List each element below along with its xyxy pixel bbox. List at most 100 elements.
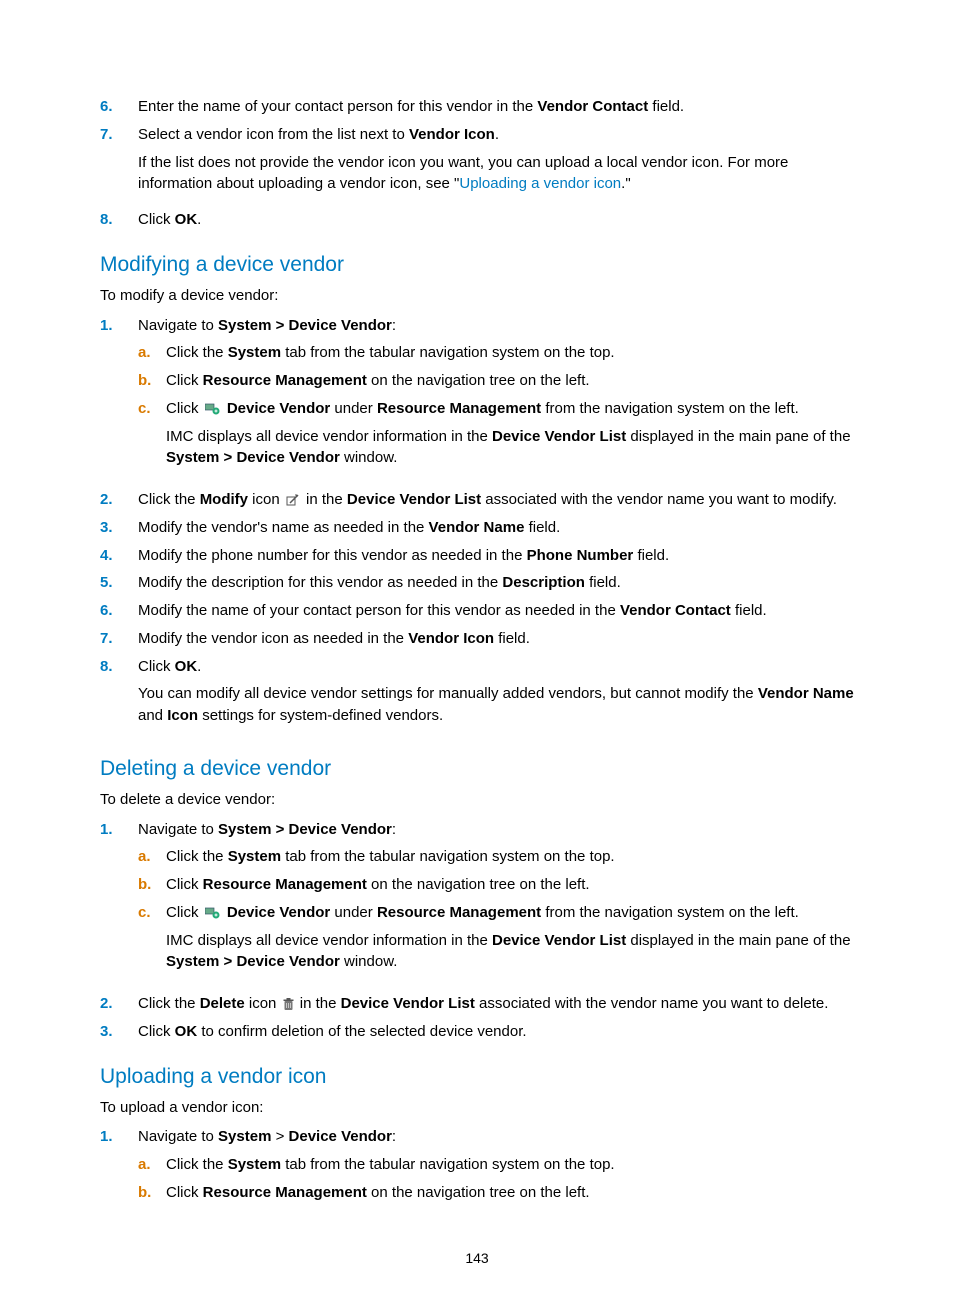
substep-body: Click Resource Management on the navigat… [166, 1182, 854, 1204]
bold-text: Device Vendor List [341, 995, 475, 1012]
deleting-steps: 1. Navigate to System > Device Vendor: a… [100, 819, 854, 1043]
heading-deleting: Deleting a device vendor [100, 757, 854, 781]
upload-icon-link[interactable]: Uploading a vendor icon [459, 175, 621, 192]
text: displayed in the main pane of the [626, 428, 850, 445]
bold-text: Resource Management [203, 876, 367, 893]
text: on the navigation tree on the left. [367, 372, 590, 389]
text: field. [648, 98, 684, 115]
step-marker: 1. [100, 1126, 138, 1209]
step-body: Navigate to System > Device Vendor: a.Cl… [138, 819, 854, 988]
substeps: a.Click the System tab from the tabular … [138, 846, 854, 981]
substep-note: IMC displays all device vendor informati… [166, 930, 854, 974]
bold-text: Delete [200, 995, 245, 1012]
text: field. [585, 574, 621, 591]
text: Click the [166, 1156, 228, 1173]
bold-text: System > Device Vendor [166, 953, 340, 970]
substep-a: a.Click the System tab from the tabular … [138, 1154, 854, 1176]
text: Modify the phone number for this vendor … [138, 547, 527, 564]
substeps: a.Click the System tab from the tabular … [138, 342, 854, 477]
substep-c: c. Click Device Vendor under Resource Ma… [138, 398, 854, 477]
text: icon [245, 995, 281, 1012]
mod-step-6: 6.Modify the name of your contact person… [100, 600, 854, 622]
step-body: Click OK. [138, 209, 854, 231]
text: in the [300, 995, 341, 1012]
lead-modifying: To modify a device vendor: [100, 285, 854, 307]
text: Click [166, 372, 203, 389]
text: Click [166, 876, 203, 893]
step-note: You can modify all device vendor setting… [138, 683, 854, 727]
bold-text: System [228, 344, 281, 361]
substep-marker: a. [138, 846, 166, 868]
bold-text: Device Vendor List [347, 491, 481, 508]
substep-marker: b. [138, 874, 166, 896]
text: field. [633, 547, 669, 564]
substep-marker: b. [138, 370, 166, 392]
bold-text: Device Vendor List [492, 428, 626, 445]
text: Click the [138, 995, 200, 1012]
delete-icon [283, 998, 294, 1011]
bold-text: System > Device Vendor [218, 317, 392, 334]
bold-text: Vendor Name [758, 685, 854, 702]
device-vendor-icon [205, 403, 221, 415]
text: Click the [138, 491, 200, 508]
bold-text: Device Vendor [227, 904, 330, 921]
substep-marker: b. [138, 1182, 166, 1204]
text: Click the [166, 344, 228, 361]
text: from the navigation system on the left. [541, 400, 799, 417]
del-step-2: 2. Click the Delete icon in the Device V… [100, 993, 854, 1015]
bold-text: Vendor Name [429, 519, 525, 536]
text: to confirm deletion of the selected devi… [197, 1023, 526, 1040]
bold-text: Vendor Icon [408, 630, 494, 647]
text: Enter the name of your contact person fo… [138, 98, 537, 115]
text: Modify the description for this vendor a… [138, 574, 502, 591]
text: Click [138, 1023, 175, 1040]
bold-text: Resource Management [377, 400, 541, 417]
bold-text: OK [175, 658, 198, 675]
text: Click [166, 400, 203, 417]
intro-steps: 6. Enter the name of your contact person… [100, 96, 854, 231]
text: associated with the vendor name you want… [475, 995, 829, 1012]
bold-text: OK [175, 1023, 198, 1040]
step-marker: 7. [100, 124, 138, 203]
substeps: a.Click the System tab from the tabular … [138, 1154, 854, 1204]
substep-body: Click Device Vendor under Resource Manag… [166, 902, 854, 981]
text: Navigate to [138, 317, 218, 334]
heading-modifying: Modifying a device vendor [100, 253, 854, 277]
bold-text: Resource Management [377, 904, 541, 921]
text: : [392, 317, 396, 334]
text: Click [166, 1184, 203, 1201]
page: 6. Enter the name of your contact person… [0, 0, 954, 1296]
uploading-steps: 1. Navigate to System > Device Vendor: a… [100, 1126, 854, 1209]
step-body: Modify the phone number for this vendor … [138, 545, 854, 567]
text: settings for system-defined vendors. [198, 707, 443, 724]
text: Modify the vendor icon as needed in the [138, 630, 408, 647]
text: Click the [166, 848, 228, 865]
step-marker: 6. [100, 600, 138, 622]
step-body: Click OK. You can modify all device vend… [138, 656, 854, 735]
substep-b: b.Click Resource Management on the navig… [138, 370, 854, 392]
bold-text: System [218, 1128, 271, 1145]
upl-step-1: 1. Navigate to System > Device Vendor: a… [100, 1126, 854, 1209]
text: field. [494, 630, 530, 647]
substep-body: Click Resource Management on the navigat… [166, 874, 854, 896]
step-body: Navigate to System > Device Vendor: a.Cl… [138, 315, 854, 484]
bold-text: Modify [200, 491, 248, 508]
bold-text: Resource Management [203, 372, 367, 389]
text: : [392, 1128, 396, 1145]
substep-body: Click Resource Management on the navigat… [166, 370, 854, 392]
text: in the [306, 491, 347, 508]
bold-text: System [228, 1156, 281, 1173]
text: window. [340, 953, 398, 970]
bold-text: System [228, 848, 281, 865]
substep-a: a.Click the System tab from the tabular … [138, 846, 854, 868]
text: tab from the tabular navigation system o… [281, 344, 615, 361]
text: Navigate to [138, 821, 218, 838]
step-body: Click the Delete icon in the Device Vend… [138, 993, 854, 1015]
text: Click [138, 211, 175, 228]
modify-icon [286, 494, 300, 506]
step-body: Modify the description for this vendor a… [138, 572, 854, 594]
text: icon [248, 491, 284, 508]
text: Click [166, 904, 203, 921]
step-marker: 3. [100, 1021, 138, 1043]
text: under [330, 904, 377, 921]
